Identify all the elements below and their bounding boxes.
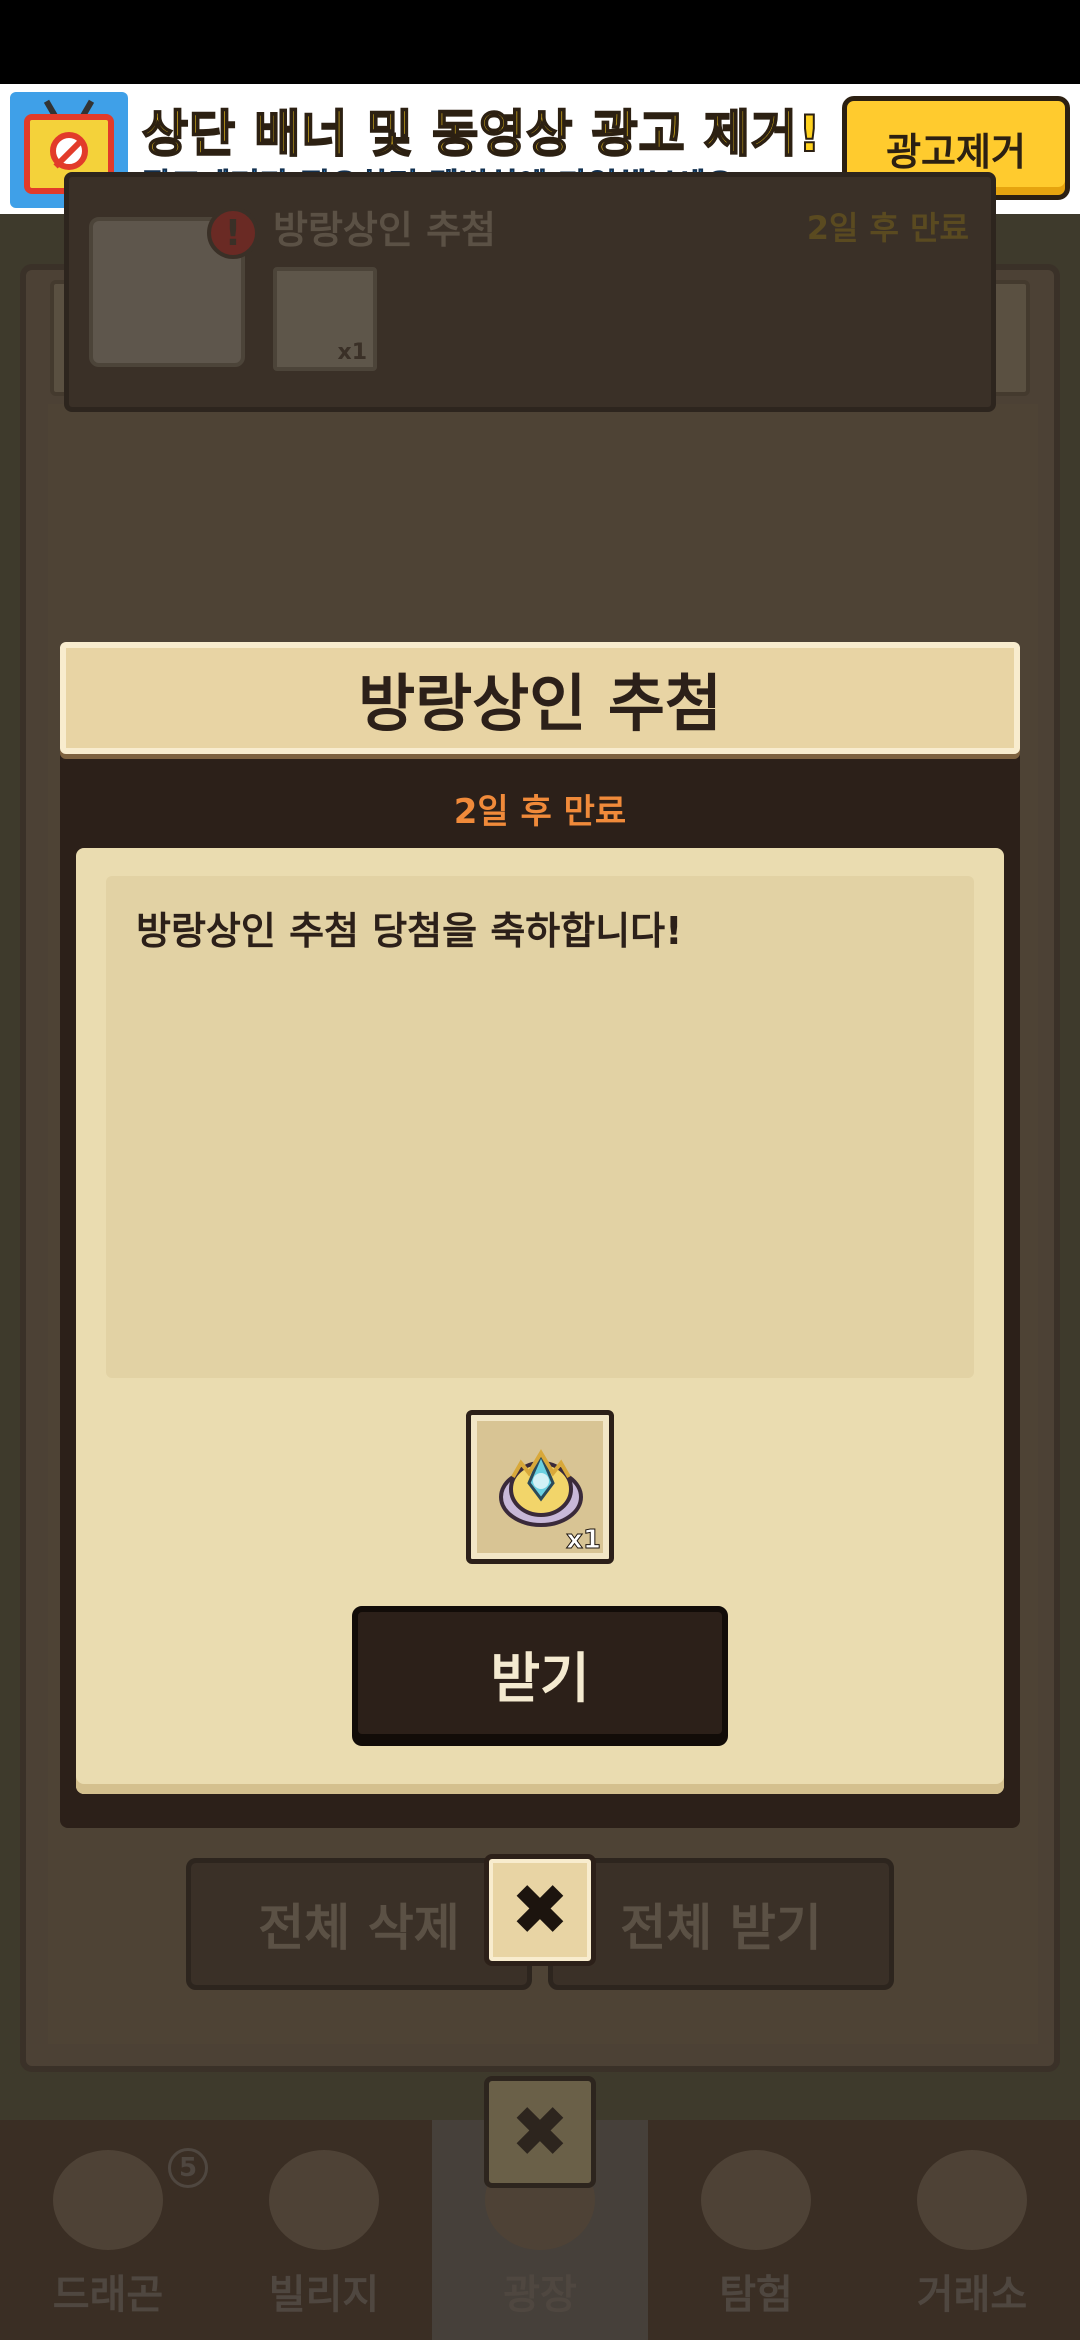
reward-qty: x1 [337,340,368,365]
nav-market[interactable]: 거래소 [864,2120,1080,2340]
nav-label: 탐험 [719,2272,793,2318]
reward-qty: x1 [566,1525,602,1556]
ad-title: 상단 배너 및 동영상 광고 제거! [141,104,822,164]
mailbox-close-button[interactable]: ✖ [484,2076,596,2188]
dialog-content: 방랑상인 추첨 당첨을 축하합니다! x1 받기 [76,848,1004,1794]
dialog-expiry: 2일 후 만료 [453,792,627,832]
market-icon [917,2150,1027,2250]
receive-all-button[interactable]: 전체 받기 [548,1858,894,1990]
crystal-orb-icon [499,1449,583,1527]
village-icon [269,2150,379,2250]
mail-item-reward: x1 [273,267,377,371]
nav-label: 드래곤 [52,2272,164,2318]
message-box: 방랑상인 추첨 당첨을 축하합니다! [106,876,974,1378]
reward-slot[interactable]: x1 [466,1410,614,1564]
close-icon: ✖ [510,1869,570,1951]
nav-village[interactable]: 빌리지 [216,2120,432,2340]
nav-badge: 5 [168,2148,208,2188]
nav-label: 빌리지 [268,2272,380,2318]
dragon-icon [53,2150,163,2250]
dialog-title: 방랑상인 추첨 [358,667,722,740]
status-bar [0,0,1080,84]
nav-dragon[interactable]: 드래곤 5 [0,2120,216,2340]
alert-icon: ! [207,207,259,259]
dialog-close-button[interactable]: ✖ [484,1854,596,1966]
receive-button[interactable]: 받기 [352,1606,728,1740]
message-text: 방랑상인 추첨 당첨을 축하합니다! [136,909,683,953]
nav-label: 거래소 [916,2272,1028,2318]
compass-icon [701,2150,811,2250]
nav-explore[interactable]: 탐험 [648,2120,864,2340]
mail-item-expiry: 2일 후 만료 [806,209,969,247]
mail-item-title: 방랑상인 추첨 [273,208,496,252]
close-icon: ✖ [510,2091,570,2173]
nav-label: 광장 [503,2272,577,2318]
delete-all-button[interactable]: 전체 삭제 [186,1858,532,1990]
mail-detail-dialog: 방랑상인 추첨 2일 후 만료 방랑상인 추첨 당첨을 축하합니다! x1 받기 [60,642,1020,1828]
dialog-title-bar: 방랑상인 추첨 [60,642,1020,754]
mail-item[interactable]: ! 방랑상인 추첨 2일 후 만료 x1 [64,172,996,412]
